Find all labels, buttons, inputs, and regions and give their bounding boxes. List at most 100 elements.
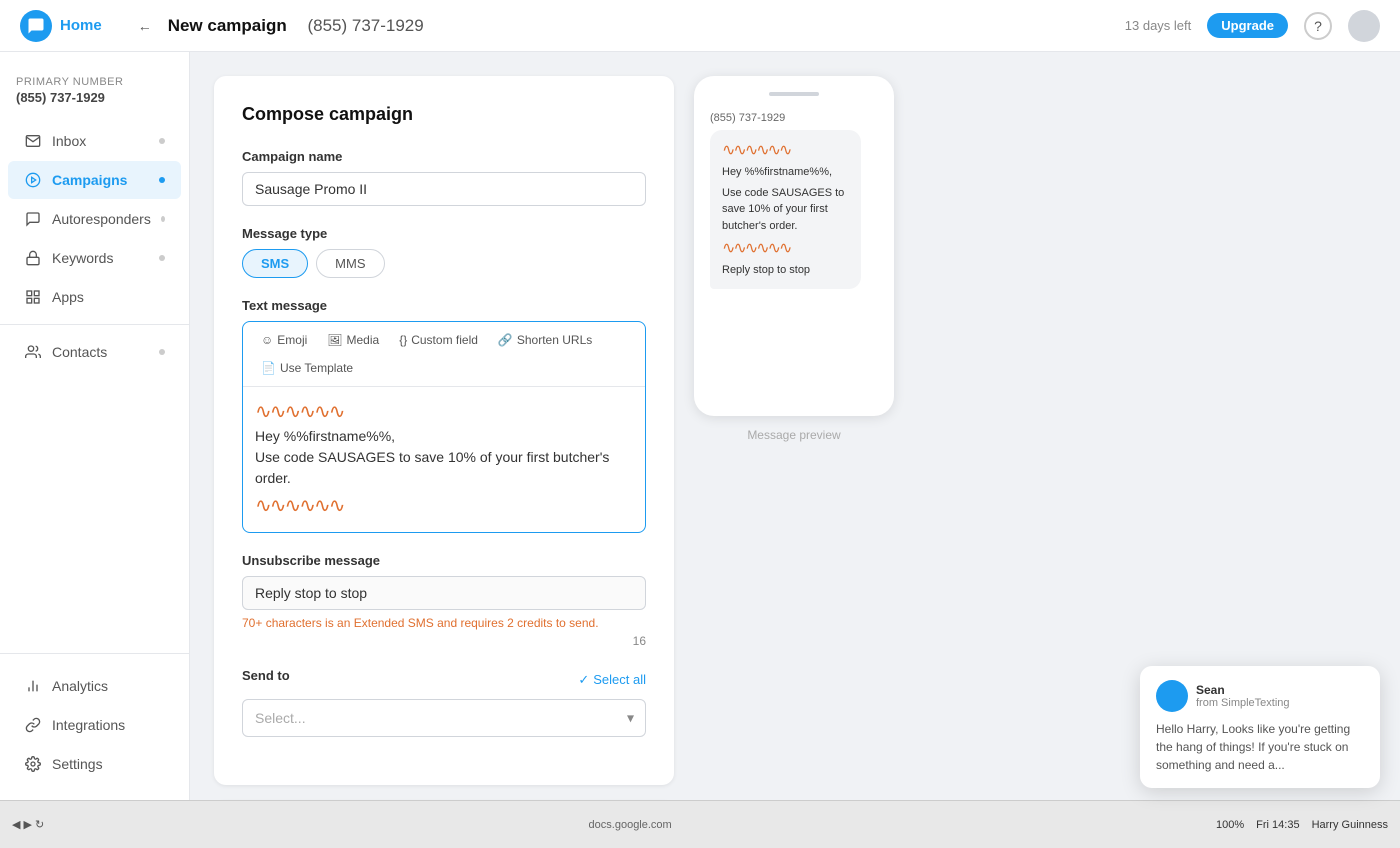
upgrade-button[interactable]: Upgrade (1207, 13, 1288, 38)
text-message-label: Text message (242, 298, 646, 313)
text-message-content[interactable]: ∿∿∿∿∿∿ Hey %%firstname%%, Use code SAUSA… (243, 387, 645, 532)
datetime: Fri 14:35 (1256, 819, 1299, 831)
preview-section: (855) 737-1929 ∿∿∿∿∿∿ Hey %%firstname%%,… (694, 76, 894, 776)
page-title: New campaign (168, 16, 287, 36)
custom-field-label: Custom field (411, 333, 478, 347)
sidebar-item-contacts[interactable]: Contacts (8, 333, 181, 371)
logo-icon (20, 10, 52, 42)
zoom-level: 100% (1216, 819, 1244, 831)
custom-field-button[interactable]: {} Custom field (393, 330, 484, 350)
mms-button[interactable]: MMS (316, 249, 384, 278)
os-bar-left: ◀ ▶ ↻ (12, 818, 44, 831)
sidebar-item-settings[interactable]: Settings (8, 745, 181, 783)
phone-mockup: (855) 737-1929 ∿∿∿∿∿∿ Hey %%firstname%%,… (694, 76, 894, 416)
analytics-icon (24, 677, 42, 695)
home-label: Home (60, 17, 102, 34)
compose-card: Compose campaign Campaign name Message t… (214, 76, 674, 785)
sidebar-item-autoresponders[interactable]: Autoresponders (8, 200, 181, 238)
back-arrow: ← (138, 18, 152, 34)
chat-name: Sean (1196, 683, 1290, 697)
campaigns-badge (159, 177, 165, 183)
preview-reply-stop: Reply stop to stop (722, 262, 849, 279)
send-to-select[interactable]: Select... (242, 699, 646, 737)
back-button[interactable]: ← (138, 18, 152, 34)
contacts-badge (159, 349, 165, 355)
contacts-label: Contacts (52, 344, 107, 360)
emoji-icon: ☺ (261, 333, 273, 347)
sidebar-item-keywords[interactable]: Keywords (8, 239, 181, 277)
send-to-placeholder: Select... (255, 710, 306, 726)
chat-identity: Sean from SimpleTexting (1196, 683, 1290, 709)
wave-decoration-1: ∿∿∿∿∿∿ (255, 399, 633, 424)
use-template-icon: 📄 (261, 361, 276, 375)
shorten-urls-button[interactable]: 🔗 Shorten URLs (492, 330, 598, 350)
phone-notch (769, 92, 819, 96)
sidebar-item-integrations[interactable]: Integrations (8, 706, 181, 744)
topbar: Home ← New campaign (855) 737-1929 13 da… (0, 0, 1400, 52)
campaign-name-input[interactable] (242, 172, 646, 206)
select-all-icon: ✓ (578, 672, 589, 688)
os-bar-right: 100% Fri 14:35 Harry Guinness (1216, 819, 1388, 831)
app-logo[interactable]: Home (20, 10, 102, 42)
inbox-icon (24, 132, 42, 150)
topbar-right: 13 days left Upgrade ? (1125, 10, 1380, 42)
sidebar-item-analytics[interactable]: Analytics (8, 667, 181, 705)
settings-label: Settings (52, 756, 103, 772)
sidebar-nav: Inbox Campaigns Autoresponders (0, 121, 189, 653)
card-title: Compose campaign (242, 104, 646, 125)
preview-sender: (855) 737-1929 (710, 112, 878, 124)
inbox-badge (159, 138, 165, 144)
text-message-field: Text message ☺ Emoji 🖼 Media (242, 298, 646, 533)
apps-label: Apps (52, 289, 84, 305)
phone-number: (855) 737-1929 (303, 16, 424, 36)
settings-icon (24, 755, 42, 773)
char-count: 16 (242, 634, 646, 648)
sidebar-item-campaigns[interactable]: Campaigns (8, 161, 181, 199)
use-template-button[interactable]: 📄 Use Template (255, 358, 359, 378)
text-toolbar: ☺ Emoji 🖼 Media {} Custom field (243, 322, 645, 387)
emoji-label: Emoji (277, 333, 307, 347)
integrations-icon (24, 716, 42, 734)
campaigns-label: Campaigns (52, 172, 127, 188)
preview-bubble: ∿∿∿∿∿∿ Hey %%firstname%%, Use code SAUSA… (710, 130, 861, 289)
keywords-icon (24, 249, 42, 267)
sms-button[interactable]: SMS (242, 249, 308, 278)
message-type-label: Message type (242, 226, 646, 241)
unsubscribe-field: Unsubscribe message 70+ characters is an… (242, 553, 646, 648)
inbox-label: Inbox (52, 133, 86, 149)
emoji-button[interactable]: ☺ Emoji (255, 330, 313, 350)
chat-company: from SimpleTexting (1196, 697, 1290, 709)
message-text-line1: Hey %%firstname%%, (255, 426, 633, 447)
contacts-icon (24, 343, 42, 361)
primary-number-label: Primary number (16, 76, 173, 88)
message-type-field: Message type SMS MMS (242, 226, 646, 278)
send-to-wrapper: Select... (242, 699, 646, 737)
sidebar-item-apps[interactable]: Apps (8, 278, 181, 316)
keywords-badge (159, 255, 165, 261)
preview-line1: Hey %%firstname%%, (722, 164, 849, 181)
sidebar-divider (0, 324, 189, 325)
media-label: Media (347, 333, 380, 347)
preview-line2: Use code SAUSAGES to save 10% of your fi… (722, 185, 849, 235)
sidebar-item-inbox[interactable]: Inbox (8, 122, 181, 160)
send-to-label: Send to (242, 668, 290, 683)
primary-number-section: Primary number (855) 737-1929 (0, 68, 189, 121)
url-bar[interactable]: docs.google.com (589, 819, 672, 831)
custom-field-icon: {} (399, 333, 407, 347)
unsubscribe-input[interactable] (242, 576, 646, 610)
select-all-button[interactable]: ✓ Select all (578, 672, 646, 688)
media-icon: 🖼 (327, 333, 342, 347)
help-button[interactable]: ? (1304, 12, 1332, 40)
chat-popup[interactable]: Sean from SimpleTexting Hello Harry, Loo… (1140, 666, 1380, 788)
chat-message: Hello Harry, Looks like you're getting t… (1156, 720, 1364, 774)
shorten-urls-label: Shorten URLs (517, 333, 592, 347)
autoresponders-label: Autoresponders (52, 211, 151, 227)
avatar[interactable] (1348, 10, 1380, 42)
campaign-name-label: Campaign name (242, 149, 646, 164)
analytics-label: Analytics (52, 678, 108, 694)
message-type-group: SMS MMS (242, 249, 646, 278)
os-bar-middle: docs.google.com (44, 819, 1216, 831)
media-button[interactable]: 🖼 Media (321, 330, 385, 350)
preview-wave-2: ∿∿∿∿∿∿ (722, 238, 849, 258)
username: Harry Guinness (1312, 819, 1388, 831)
